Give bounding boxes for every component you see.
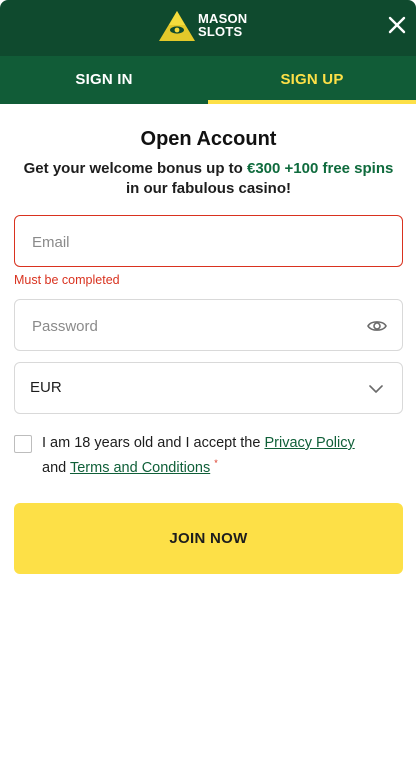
email-input[interactable] <box>30 216 354 268</box>
page-title: Open Account <box>140 128 277 150</box>
terms-text: I am 18 years old and I accept the Priva… <box>42 433 392 478</box>
email-field <box>14 215 403 268</box>
email-error-message: Must be completed <box>14 273 120 287</box>
subtitle-suffix: in our fabulous casino! <box>125 180 291 197</box>
privacy-policy-link[interactable]: Privacy Policy <box>264 435 354 451</box>
subtitle-prefix: Get your welcome bonus up to <box>23 160 247 177</box>
signup-form: Open Account Get your welcome bonus up t… <box>14 104 403 574</box>
password-field <box>14 299 403 352</box>
join-now-button[interactable]: JOIN NOW <box>14 503 403 574</box>
tab-sign-up[interactable]: SIGN UP <box>208 56 416 104</box>
terms-consent: I am 18 years old and I accept the Priva… <box>14 433 403 477</box>
welcome-bonus-text: Get your welcome bonus up to €300 +100 f… <box>14 159 403 199</box>
password-input[interactable] <box>30 300 354 352</box>
required-mark: * <box>214 458 218 468</box>
close-icon[interactable] <box>386 14 408 36</box>
currency-select[interactable]: EUR <box>14 362 403 414</box>
chevron-down-icon <box>369 385 383 393</box>
tab-sign-in[interactable]: SIGN IN <box>0 56 208 104</box>
bonus-amount: €300 +100 free spins <box>247 160 394 177</box>
eye-icon[interactable] <box>366 315 388 337</box>
terms-and: and <box>42 459 70 476</box>
brand-name-line2: SLOTS <box>198 24 243 39</box>
age-terms-checkbox[interactable] <box>14 435 32 453</box>
currency-value: EUR <box>30 379 62 396</box>
pyramid-logo-icon <box>159 11 195 41</box>
terms-prefix: I am 18 years old and I accept the <box>42 435 265 451</box>
brand-name: MASON SLOTS <box>198 12 268 38</box>
auth-tabs: SIGN IN SIGN UP <box>0 56 416 104</box>
brand-logo: MASON SLOTS <box>158 10 258 42</box>
header: MASON SLOTS <box>0 0 416 56</box>
terms-and-conditions-link[interactable]: Terms and Conditions <box>70 460 210 476</box>
